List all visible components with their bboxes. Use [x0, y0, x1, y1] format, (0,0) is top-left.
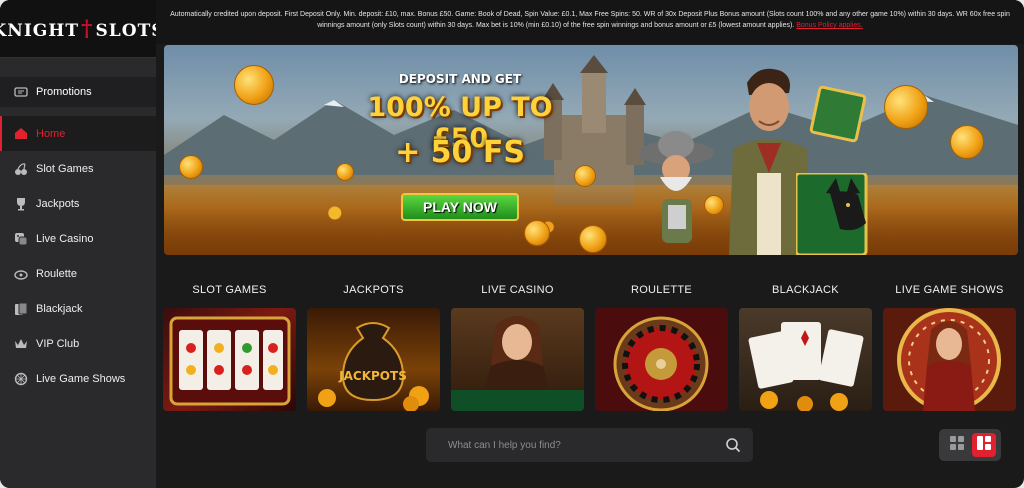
game-categories: SLOT GAMES JACKPOTS JACKPOTS LIVE CASINO… — [163, 284, 1019, 412]
grid-icon — [949, 435, 965, 456]
sidebar-item-label: Live Game Shows — [36, 372, 126, 385]
sidebar-item-jackpots[interactable]: Jackpots — [0, 186, 156, 221]
category-live-game-shows[interactable]: LIVE GAME SHOWS — [883, 284, 1016, 411]
search-input[interactable] — [448, 439, 725, 451]
app-frame: KNIGHT†SLOTS Promotions Home Slot Games — [0, 0, 1024, 488]
search-bar[interactable] — [426, 428, 753, 462]
play-now-button[interactable]: PLAY NOW — [401, 193, 519, 221]
coin-decoration — [179, 155, 203, 179]
slot-reels-illustration — [169, 316, 291, 406]
dwarf-character — [638, 131, 714, 243]
grid-view-button[interactable] — [945, 433, 969, 457]
layout-icon — [976, 435, 992, 456]
bonus-terms-text: Automatically credited upon deposit. Fir… — [170, 11, 1010, 29]
promo-line-1: DEPOSIT AND GET — [398, 72, 522, 86]
game-show-image[interactable] — [883, 308, 1016, 411]
sidebar-item-label: Blackjack — [36, 302, 83, 315]
roulette-wheel-illustration — [613, 316, 709, 411]
sidebar-item-live-casino[interactable]: Live Casino — [0, 221, 156, 256]
sidebar: KNIGHT†SLOTS Promotions Home Slot Games — [0, 0, 164, 488]
logo-wordmark: KNIGHT† SLOTS — [0, 16, 165, 42]
crown-icon — [14, 337, 28, 351]
blackjack-cards-image[interactable] — [739, 308, 872, 411]
roulette-icon — [14, 267, 28, 281]
dealer-illustration — [451, 316, 584, 411]
category-slot-games[interactable]: SLOT GAMES — [163, 284, 296, 411]
bonus-policy-link[interactable]: Bonus Policy applies. — [796, 22, 863, 29]
ticket-icon — [14, 85, 28, 99]
sword-icon: † — [81, 15, 94, 42]
book-of-dead-icon — [809, 85, 867, 143]
category-label: SLOT GAMES — [192, 284, 267, 296]
sidebar-item-promotions[interactable]: Promotions — [0, 77, 156, 107]
category-label: ROULETTE — [630, 284, 693, 296]
sidebar-nav: Home Slot Games Jackpots Live Casino Rou… — [0, 116, 156, 396]
category-roulette[interactable]: ROULETTE — [595, 284, 728, 411]
search-icon[interactable] — [725, 437, 741, 453]
sidebar-item-label: Roulette — [36, 267, 77, 280]
category-blackjack[interactable]: BLACKJACK — [739, 284, 872, 411]
money-bag-illustration: JACKPOTS — [318, 322, 429, 411]
promo-line-3: + 50 FS — [395, 135, 525, 170]
category-label: LIVE GAME SHOWS — [895, 284, 1004, 296]
view-toggle — [939, 429, 1001, 461]
logo-left: KNIGHT — [0, 20, 80, 41]
sidebar-item-label: Live Casino — [36, 232, 94, 245]
sidebar-item-slot-games[interactable]: Slot Games — [0, 151, 156, 186]
cards-icon — [14, 302, 28, 316]
sidebar-item-label: VIP Club — [36, 337, 80, 350]
category-label: JACKPOTS — [343, 284, 404, 296]
live-dealer-image[interactable] — [451, 308, 584, 411]
sidebar-item-label: Promotions — [36, 86, 92, 98]
sidebar-item-live-game-shows[interactable]: Live Game Shows — [0, 361, 156, 396]
category-label: BLACKJACK — [772, 284, 839, 296]
coin-decoration — [884, 85, 928, 129]
jackpot-bag-image[interactable]: JACKPOTS — [307, 308, 440, 411]
category-label: LIVE CASINO — [481, 284, 554, 296]
trophy-icon — [14, 197, 28, 211]
category-live-casino[interactable]: LIVE CASINO — [451, 284, 584, 411]
anubis-card — [796, 173, 868, 255]
coin-decoration — [950, 125, 984, 159]
logo[interactable]: KNIGHT† SLOTS — [0, 0, 164, 58]
tile-view-button[interactable] — [971, 433, 996, 457]
coin-decoration — [524, 220, 550, 246]
wheel-icon — [14, 372, 28, 386]
sidebar-item-label: Slot Games — [36, 162, 94, 175]
coin-decoration — [579, 225, 607, 253]
jackpots-bag-text: JACKPOTS — [338, 369, 407, 383]
sidebar-item-roulette[interactable]: Roulette — [0, 256, 156, 291]
category-jackpots[interactable]: JACKPOTS JACKPOTS — [307, 284, 440, 411]
roulette-wheel-image[interactable] — [595, 308, 728, 411]
game-show-host-illustration — [897, 308, 1001, 411]
slot-machine-image[interactable] — [163, 308, 296, 411]
playing-cards-illustration — [748, 322, 864, 411]
cherries-icon — [14, 162, 28, 176]
coin-decoration — [574, 165, 596, 187]
sidebar-item-label: Jackpots — [36, 197, 80, 210]
promo-banner[interactable]: DEPOSIT AND GET 100% UP TO £50 + 50 FS P… — [164, 45, 1018, 255]
coin-decoration — [234, 65, 274, 105]
dice-icon — [14, 232, 28, 246]
sidebar-item-home[interactable]: Home — [0, 116, 156, 151]
sidebar-item-blackjack[interactable]: Blackjack — [0, 291, 156, 326]
home-icon — [14, 127, 28, 141]
sidebar-item-label: Home — [36, 127, 66, 140]
bonus-terms-notice: Automatically credited upon deposit. Fir… — [156, 0, 1024, 44]
sidebar-item-vip-club[interactable]: VIP Club — [0, 326, 156, 361]
logo-right: SLOTS — [95, 20, 165, 41]
